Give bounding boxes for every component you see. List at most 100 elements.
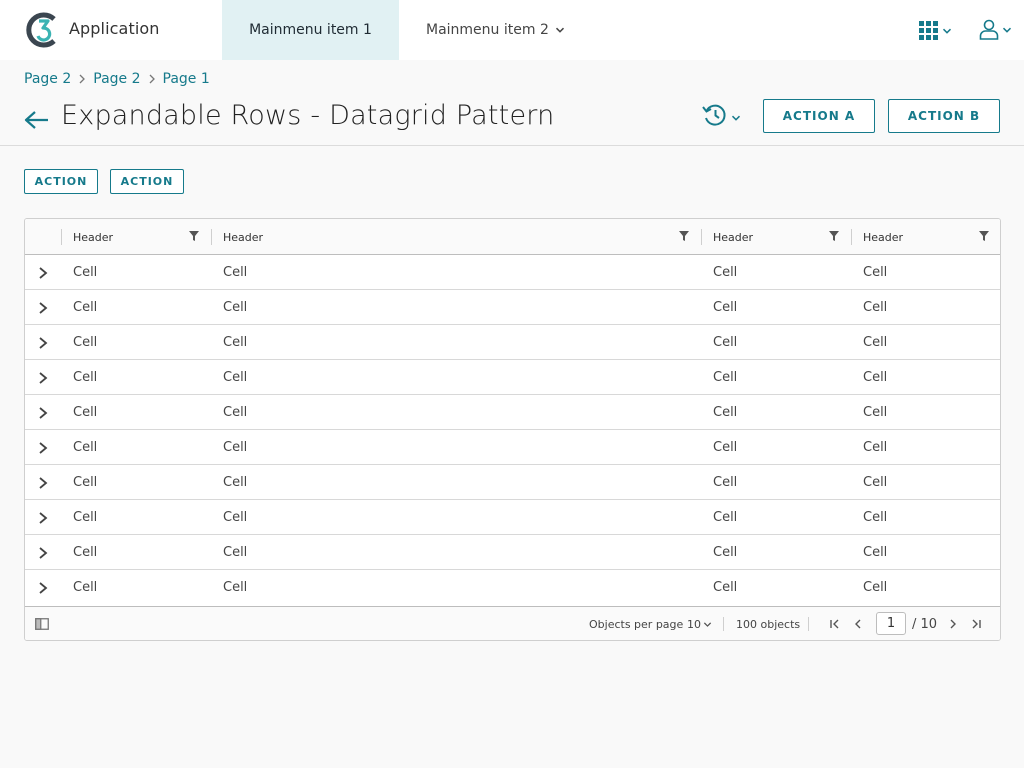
table-cell: Cell [73, 299, 98, 315]
table-cell: Cell [73, 439, 98, 455]
app-name[interactable]: Application [69, 19, 160, 38]
action-b-button[interactable]: ACTION B [888, 99, 1000, 133]
table-cell: Cell [713, 474, 738, 490]
column-header-label: Header [863, 230, 904, 244]
table-cell: Cell [713, 439, 738, 455]
breadcrumb-link[interactable]: Page 2 [93, 71, 140, 87]
table-cell: Cell [863, 439, 888, 455]
table-row: Cell Cell Cell Cell [25, 290, 1000, 325]
grid-action-button[interactable]: ACTION [110, 169, 184, 194]
page-title: Expandable Rows - Datagrid Pattern [61, 100, 555, 131]
expand-row-icon[interactable] [37, 546, 49, 560]
per-page-label: Objects per page [589, 618, 684, 631]
column-separator [211, 229, 212, 245]
history-button[interactable] [702, 103, 741, 127]
column-separator [701, 229, 702, 245]
filter-icon[interactable] [679, 231, 689, 241]
table-cell: Cell [73, 544, 98, 560]
user-menu-button[interactable] [979, 19, 1012, 40]
previous-page-icon[interactable] [852, 618, 864, 630]
action-a-button[interactable]: ACTION A [763, 99, 875, 133]
filter-icon[interactable] [189, 231, 199, 241]
table-cell: Cell [863, 544, 888, 560]
footer-separator [723, 617, 724, 631]
page-header: Page 2 Page 2 Page 1 Expandable Rows - D… [0, 60, 1024, 146]
datagrid-header: Header Header Header Header [25, 219, 1000, 255]
first-page-icon[interactable] [829, 618, 841, 630]
filter-icon[interactable] [829, 231, 839, 241]
chevron-down-icon [555, 27, 564, 33]
top-header: Application Mainmenu item 1 Mainmenu ite… [0, 0, 1024, 60]
column-header-label: Header [713, 230, 754, 244]
last-page-icon[interactable] [970, 618, 982, 630]
table-cell: Cell [73, 369, 98, 385]
filter-icon[interactable] [979, 231, 989, 241]
expand-row-icon[interactable] [37, 266, 49, 280]
chevron-down-icon [1002, 27, 1012, 33]
column-separator [851, 229, 852, 245]
expand-row-icon[interactable] [37, 301, 49, 315]
current-page-input[interactable] [876, 612, 906, 635]
datagrid-body: Cell Cell Cell Cell Cell Cell Cell Cell Cell Cell… [25, 255, 1000, 605]
table-row: Cell Cell Cell Cell [25, 535, 1000, 570]
column-header[interactable]: Header [211, 219, 701, 255]
chevron-down-icon [703, 622, 712, 627]
history-icon [702, 104, 726, 126]
chevron-right-icon [141, 74, 163, 84]
footer-separator [808, 617, 809, 631]
datagrid-footer: Objects per page 10 100 objects / 10 [25, 606, 1000, 640]
table-cell: Cell [713, 404, 738, 420]
expand-row-icon[interactable] [37, 511, 49, 525]
column-header-label: Header [73, 230, 114, 244]
column-toggle-icon[interactable] [35, 618, 49, 630]
expand-row-icon[interactable] [37, 371, 49, 385]
table-cell: Cell [863, 474, 888, 490]
app-switcher-button[interactable] [919, 21, 952, 40]
back-arrow-icon[interactable] [24, 110, 49, 130]
table-cell: Cell [223, 404, 248, 420]
table-cell: Cell [713, 334, 738, 350]
total-objects: 100 objects [736, 618, 801, 631]
column-separator [61, 229, 62, 245]
table-cell: Cell [73, 509, 98, 525]
table-cell: Cell [863, 579, 888, 595]
next-page-icon[interactable] [947, 618, 959, 630]
expand-row-icon[interactable] [37, 476, 49, 490]
expand-row-icon[interactable] [37, 581, 49, 595]
table-cell: Cell [223, 544, 248, 560]
table-cell: Cell [863, 334, 888, 350]
table-cell: Cell [223, 579, 248, 595]
table-cell: Cell [863, 404, 888, 420]
nav-mainmenu-item-2[interactable]: Mainmenu item 2 [426, 0, 565, 60]
expand-row-icon[interactable] [37, 406, 49, 420]
app-logo-icon[interactable] [26, 12, 60, 48]
table-cell: Cell [713, 299, 738, 315]
breadcrumb-link[interactable]: Page 1 [163, 71, 210, 87]
grid-action-button[interactable]: ACTION [24, 169, 98, 194]
table-row: Cell Cell Cell Cell [25, 255, 1000, 290]
column-header[interactable]: Header [851, 219, 1000, 255]
expand-row-icon[interactable] [37, 441, 49, 455]
expand-row-icon[interactable] [37, 336, 49, 350]
table-cell: Cell [73, 579, 98, 595]
per-page-select[interactable]: 10 [687, 618, 712, 631]
table-cell: Cell [223, 334, 248, 350]
table-cell: Cell [223, 264, 248, 280]
nav-mainmenu-item-1[interactable]: Mainmenu item 1 [222, 0, 399, 60]
column-header[interactable]: Header [701, 219, 851, 255]
table-cell: Cell [713, 544, 738, 560]
table-cell: Cell [223, 369, 248, 385]
table-cell: Cell [223, 299, 248, 315]
table-row: Cell Cell Cell Cell [25, 360, 1000, 395]
table-row: Cell Cell Cell Cell [25, 465, 1000, 500]
table-cell: Cell [863, 369, 888, 385]
breadcrumb: Page 2 Page 2 Page 1 [24, 70, 210, 88]
table-cell: Cell [223, 474, 248, 490]
grid-icon [919, 21, 938, 40]
table-row: Cell Cell Cell Cell [25, 500, 1000, 535]
table-cell: Cell [863, 299, 888, 315]
column-header[interactable]: Header [61, 219, 211, 255]
breadcrumb-link[interactable]: Page 2 [24, 71, 71, 87]
chevron-down-icon [942, 28, 952, 34]
total-pages: / 10 [912, 617, 938, 632]
